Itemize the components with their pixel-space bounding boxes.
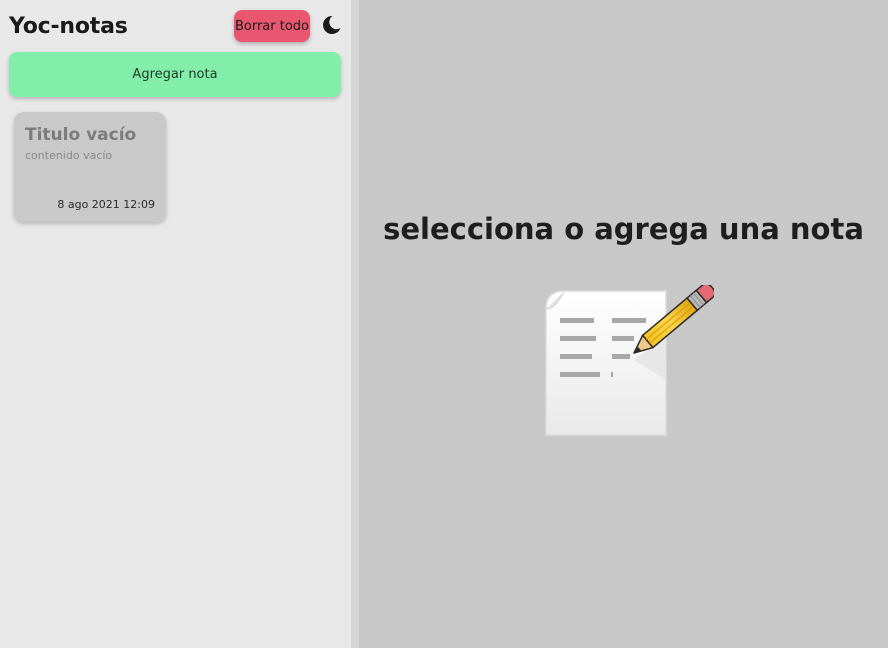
empty-state-message: selecciona o agrega una nota — [383, 212, 864, 246]
note-card[interactable]: Titulo vacío contenido vacío 8 ago 2021 … — [14, 112, 166, 222]
sidebar: Yoc-notas Borrar todo Agregar nota Titul… — [0, 0, 351, 648]
moon-icon[interactable] — [320, 14, 342, 36]
add-note-button[interactable]: Agregar nota — [9, 52, 341, 97]
note-content: contenido vacío — [25, 149, 113, 162]
note-title: Titulo vacío — [25, 125, 137, 145]
note-pencil-icon — [544, 282, 716, 440]
app-title: Yoc-notas — [9, 14, 128, 39]
note-date: 8 ago 2021 12:09 — [57, 198, 155, 211]
panel-divider[interactable] — [351, 0, 359, 648]
main-panel: selecciona o agrega una nota — [359, 0, 888, 648]
delete-all-button[interactable]: Borrar todo — [234, 10, 310, 42]
